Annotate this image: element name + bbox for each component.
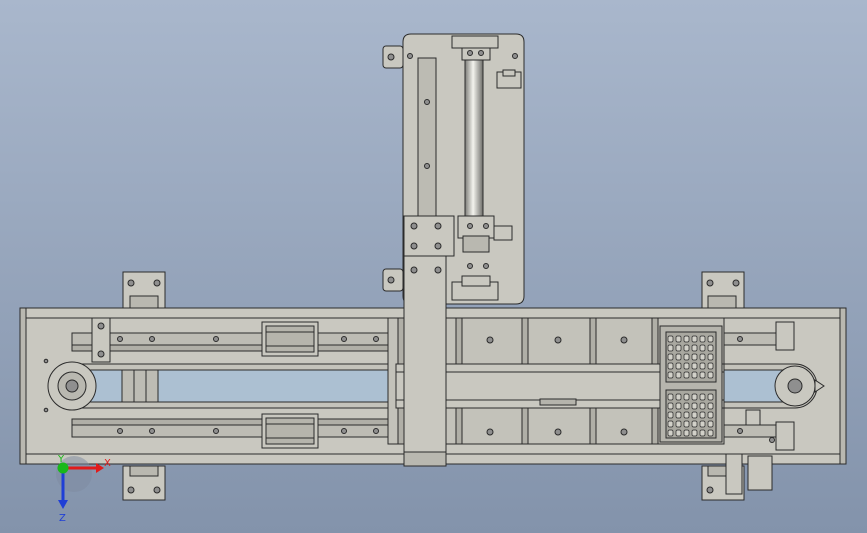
gripper-slot — [667, 353, 674, 361]
gripper-slot — [675, 344, 682, 352]
gripper-slot — [675, 420, 682, 428]
gripper-slot — [667, 411, 674, 419]
gripper-slot — [707, 402, 714, 410]
gripper-slot — [675, 362, 682, 370]
gripper-slot — [707, 371, 714, 379]
gripper-slot — [667, 335, 674, 343]
triad-label-y: Y — [57, 454, 65, 465]
gripper-slot — [699, 411, 706, 419]
triad-label-x: X — [104, 458, 111, 469]
mounting-bracket-bottom-left — [122, 465, 166, 501]
gripper-slot — [699, 362, 706, 370]
gripper-slot — [675, 335, 682, 343]
gripper-slot — [699, 393, 706, 401]
gripper-slot — [683, 411, 690, 419]
gripper-slot — [675, 402, 682, 410]
gripper-slot — [707, 393, 714, 401]
gripper-slot — [707, 353, 714, 361]
gripper-slot — [699, 402, 706, 410]
drive-pulley-left — [47, 361, 97, 411]
assembly-drawing[interactable]: X Y Z — [0, 0, 867, 533]
gripper-slot — [683, 402, 690, 410]
gripper-slot — [699, 371, 706, 379]
gripper-slot — [667, 362, 674, 370]
gripper-slot — [675, 393, 682, 401]
gripper-slot — [707, 335, 714, 343]
gripper-slot — [683, 371, 690, 379]
gripper-slot — [667, 371, 674, 379]
gripper-slot — [667, 429, 674, 437]
gripper-slot — [683, 344, 690, 352]
gripper-slot — [699, 335, 706, 343]
cylinder-rod — [464, 57, 484, 219]
gripper-slot — [683, 393, 690, 401]
gripper-slot — [691, 402, 698, 410]
gripper-slot — [691, 353, 698, 361]
gripper-slot — [707, 411, 714, 419]
gripper-slot — [675, 411, 682, 419]
gripper-slot — [699, 420, 706, 428]
gripper-slot — [691, 393, 698, 401]
gripper-slot — [691, 371, 698, 379]
gripper-slot — [699, 344, 706, 352]
gripper-slot — [667, 344, 674, 352]
gripper-slot — [667, 393, 674, 401]
gripper-slot — [699, 353, 706, 361]
mounting-bracket-top-right — [701, 271, 745, 309]
gripper-slot — [683, 353, 690, 361]
gripper-slot — [667, 420, 674, 428]
gripper-slot — [683, 362, 690, 370]
gripper-slot — [667, 402, 674, 410]
gripper-slot — [699, 429, 706, 437]
gripper-slot — [707, 429, 714, 437]
mounting-bracket-top-left — [122, 271, 166, 309]
gripper-slot — [683, 429, 690, 437]
gripper-slot — [707, 420, 714, 428]
gripper-slot — [683, 420, 690, 428]
gripper-slot — [691, 411, 698, 419]
gripper-slot — [675, 371, 682, 379]
gripper-slot — [691, 420, 698, 428]
gripper-slot — [675, 353, 682, 361]
cad-viewport[interactable]: X Y Z — [0, 0, 867, 533]
gripper-slot — [675, 429, 682, 437]
gripper-slot — [707, 344, 714, 352]
triad-label-z: Z — [59, 513, 66, 524]
gripper-slot — [691, 344, 698, 352]
gripper-slot — [691, 429, 698, 437]
gripper-slot — [691, 335, 698, 343]
gripper-slot — [707, 362, 714, 370]
gripper-slot — [683, 335, 690, 343]
gripper-slot — [691, 362, 698, 370]
